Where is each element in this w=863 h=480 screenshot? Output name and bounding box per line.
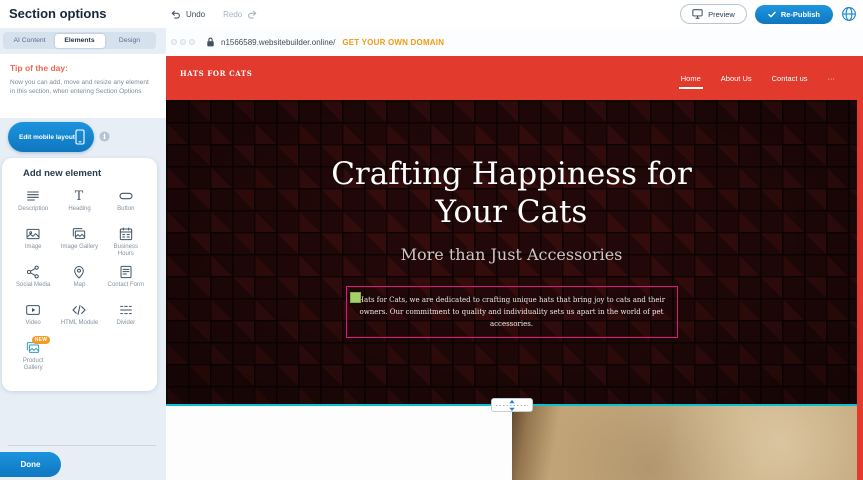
preview-button[interactable]: Preview: [680, 4, 747, 24]
element-item-divider[interactable]: Divider: [103, 301, 149, 327]
element-item-description[interactable]: Description: [10, 187, 56, 213]
next-section: [166, 406, 857, 480]
browser-dot-icon: [189, 39, 195, 45]
contact-form-icon: [118, 263, 134, 281]
add-element-title: Add new element: [10, 168, 149, 179]
svg-text:i: i: [103, 132, 106, 141]
site-right-strip: [857, 56, 863, 480]
description-icon: [25, 187, 41, 205]
preview-label: Preview: [708, 10, 735, 19]
image-icon: [25, 225, 41, 243]
hero-subheading[interactable]: More than Just Accessories: [401, 245, 623, 264]
browser-dot-icon: [171, 39, 177, 45]
element-item-html-module[interactable]: HTML Module: [56, 301, 102, 327]
lock-icon: [205, 36, 216, 48]
element-item-image-gallery[interactable]: Image Gallery: [56, 225, 102, 251]
element-item-social-media[interactable]: Social Media: [10, 263, 56, 289]
language-globe-icon[interactable]: [841, 6, 857, 22]
button-icon: [118, 187, 134, 205]
site-nav: Home About Us Contact us ···: [681, 56, 835, 100]
element-drag-handle[interactable]: [350, 292, 361, 303]
section-resize-handle[interactable]: [491, 398, 533, 412]
undo-button[interactable]: Undo: [186, 10, 205, 19]
nav-item-home[interactable]: Home: [681, 74, 701, 83]
element-grid: Description T Heading Button: [10, 187, 149, 377]
site-logo[interactable]: HATS FOR CATS: [180, 69, 252, 78]
html-module-icon: [71, 301, 87, 319]
monitor-icon: [692, 9, 703, 19]
tab-elements[interactable]: Elements: [55, 34, 105, 48]
svg-text:T: T: [75, 188, 84, 203]
site-url[interactable]: n1566589.websitebuilder.online/: [221, 38, 335, 47]
topbar-actions: Preview Re-Publish: [680, 0, 857, 28]
republish-button[interactable]: Re-Publish: [755, 5, 833, 24]
nav-item-contact-us[interactable]: Contact us: [772, 74, 808, 83]
smartphone-icon: [75, 129, 85, 145]
tab-ai-content[interactable]: AI Content: [5, 34, 55, 48]
tip-body: Now you can add, move and resize any ele…: [10, 78, 152, 96]
page-title: Section options: [9, 6, 107, 21]
divider-icon: [118, 301, 134, 319]
social-media-icon: [25, 263, 41, 281]
app-window: Section options Undo Redo Preview: [0, 0, 863, 480]
map-icon: [71, 263, 87, 281]
element-item-map[interactable]: Map: [56, 263, 102, 289]
business-hours-icon: [118, 225, 134, 243]
browser-bar: n1566589.websitebuilder.online/ GET YOUR…: [166, 28, 863, 56]
republish-label: Re-Publish: [781, 10, 820, 19]
info-icon[interactable]: i: [99, 131, 110, 142]
history-controls: Undo Redo: [170, 0, 258, 28]
done-button[interactable]: Done: [0, 452, 61, 477]
next-section-background: [166, 406, 512, 480]
nav-more-icon[interactable]: ···: [828, 74, 836, 83]
undo-icon[interactable]: [170, 9, 181, 20]
hero-section: Crafting Happiness for Your Cats More th…: [166, 100, 857, 406]
cat-paw-photo: [512, 406, 858, 480]
get-domain-link[interactable]: GET YOUR OWN DOMAIN: [342, 38, 444, 47]
element-item-image[interactable]: Image: [10, 225, 56, 251]
video-icon: [25, 301, 41, 319]
add-element-panel: Add new element Description T Heading: [2, 158, 157, 391]
hero-heading[interactable]: Crafting Happiness for Your Cats: [327, 156, 697, 232]
nav-item-about-us[interactable]: About Us: [721, 74, 752, 83]
sidebar-tabs: AI Content Elements Design: [3, 32, 156, 49]
sidebar: AI Content Elements Design Tip of the da…: [0, 28, 166, 480]
sidebar-divider: [8, 445, 156, 446]
element-item-business-hours[interactable]: Business Hours: [103, 225, 149, 258]
main-area: n1566589.websitebuilder.online/ GET YOUR…: [166, 28, 863, 480]
tip-of-the-day-panel: Tip of the day: Now you can add, move an…: [0, 54, 166, 118]
tab-design[interactable]: Design: [105, 34, 155, 48]
element-item-heading[interactable]: T Heading: [56, 187, 102, 213]
hero-paragraph-text: Hats for Cats, we are dedicated to craft…: [358, 296, 665, 329]
element-item-button[interactable]: Button: [103, 187, 149, 213]
tip-title: Tip of the day:: [10, 63, 156, 73]
top-bar: Section options Undo Redo Preview: [0, 0, 863, 28]
check-icon: [768, 11, 776, 18]
edit-mobile-layout-label: Edit mobile layout: [19, 134, 75, 141]
redo-button[interactable]: Redo: [223, 10, 242, 19]
browser-dot-icon: [180, 39, 186, 45]
new-badge: NEW: [32, 336, 51, 344]
edit-mobile-layout-button[interactable]: Edit mobile layout: [8, 122, 94, 152]
element-item-video[interactable]: Video: [10, 301, 56, 327]
image-gallery-icon: [71, 225, 87, 243]
element-item-contact-form[interactable]: Contact Form: [103, 263, 149, 289]
redo-icon[interactable]: [247, 9, 258, 20]
site-preview: HATS FOR CATS Home About Us Contact us ·…: [166, 56, 857, 480]
hero-paragraph-selected[interactable]: Hats for Cats, we are dedicated to craft…: [346, 286, 678, 339]
heading-icon: T: [71, 187, 87, 205]
site-header: HATS FOR CATS Home About Us Contact us ·…: [166, 56, 857, 100]
element-item-product-gallery[interactable]: NEW Product Gallery: [10, 339, 56, 372]
